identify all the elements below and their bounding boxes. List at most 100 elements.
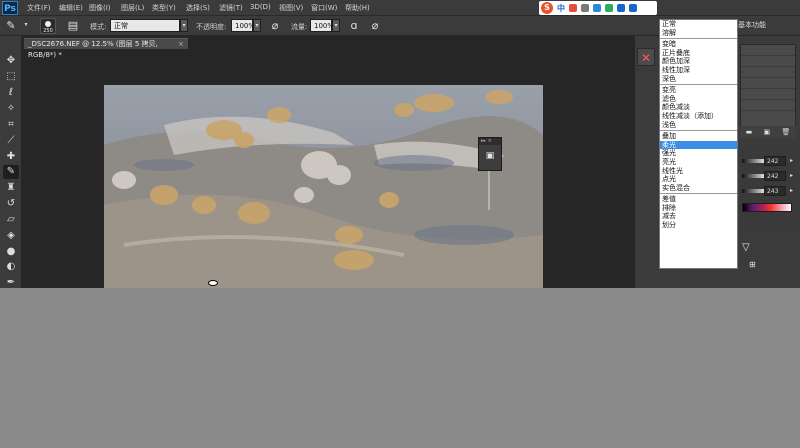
opacity-chevron-icon[interactable]: ▾ xyxy=(253,19,261,32)
blend-mode-item[interactable]: 叠加 xyxy=(660,132,737,141)
eraser-tool-icon[interactable]: ▱ xyxy=(3,213,19,227)
keyboard-icon[interactable] xyxy=(605,4,613,12)
ime-toolbar[interactable]: S 中 xyxy=(539,1,657,15)
menu-file[interactable]: 文件(F) xyxy=(27,3,51,13)
lasso-tool-icon[interactable]: ℓ xyxy=(3,86,19,100)
menu-layer[interactable]: 图层(L) xyxy=(121,3,144,13)
layer-row[interactable] xyxy=(741,67,795,78)
menu-3d[interactable]: 3D(D) xyxy=(250,3,271,11)
brush-panel-toggle-icon[interactable]: ▤ xyxy=(66,19,80,33)
layer-row[interactable] xyxy=(741,89,795,100)
red-slider[interactable] xyxy=(742,159,764,163)
blend-mode-item[interactable]: 正常 xyxy=(660,20,737,29)
close-tab-icon[interactable]: × xyxy=(178,39,184,50)
brush-size-picker[interactable]: 250 xyxy=(40,18,56,34)
menu-window[interactable]: 窗口(W) xyxy=(311,3,337,13)
blend-mode-item[interactable]: 强光 xyxy=(660,149,737,158)
blend-mode-item[interactable]: 实色混合 xyxy=(660,184,737,193)
layer-row[interactable] xyxy=(741,100,795,111)
blend-mode-item[interactable]: 变暗 xyxy=(660,40,737,49)
folder-icon[interactable]: ▬ xyxy=(746,128,753,136)
blend-mode-item[interactable]: 线性减淡（添加） xyxy=(660,112,737,121)
flow-chevron-icon[interactable]: ▾ xyxy=(332,19,340,32)
brush-tool-icon[interactable]: ✎ xyxy=(4,19,18,33)
history-brush-tool-icon[interactable]: ↺ xyxy=(3,197,19,211)
eyedropper-tool-icon[interactable]: ⟋ xyxy=(3,134,19,148)
pressure-opacity-icon[interactable]: ⌀ xyxy=(268,19,282,33)
dodge-tool-icon[interactable]: ◐ xyxy=(3,260,19,274)
menu-separator xyxy=(660,130,737,132)
tools-icon[interactable] xyxy=(629,4,637,12)
moon-icon[interactable] xyxy=(569,4,577,12)
blue-arrow-icon: ▸ xyxy=(790,187,794,194)
menu-type[interactable]: 类型(Y) xyxy=(152,3,176,13)
triangle-down-icon[interactable]: ▽ xyxy=(742,242,750,253)
color-panel: 242 ▸ 242 ▸ 243 ▸ xyxy=(740,146,796,226)
marquee-tool-icon[interactable]: ⬚ xyxy=(3,70,19,84)
blend-mode-item[interactable]: 线性加深 xyxy=(660,66,737,75)
menu-separator xyxy=(660,84,737,86)
magic-wand-tool-icon[interactable]: ✧ xyxy=(3,102,19,116)
blend-mode-item[interactable]: 线性光 xyxy=(660,167,737,176)
green-value[interactable]: 242 xyxy=(764,171,786,181)
blend-mode-item[interactable]: 点光 xyxy=(660,175,737,184)
blend-mode-dropdown[interactable]: 正常 溶解 变暗 正片叠底 颜色加深 线性加深 深色 变亮 滤色 颜色减淡 线性减淡（添加） 浅色 叠加… xyxy=(659,19,738,269)
menu-filter[interactable]: 滤镜(T) xyxy=(219,3,243,13)
document-tab[interactable]: _DSC2676.NEF @ 12.5% (图层 5 拷贝, RGB/8*) *… xyxy=(24,38,188,59)
trash-icon[interactable]: 🗑 xyxy=(781,128,790,136)
airbrush-icon[interactable]: ɑ xyxy=(347,19,361,33)
blend-mode-item[interactable]: 划分 xyxy=(660,221,737,230)
floating-mini-panel[interactable]: ▸▸ × ▣ xyxy=(478,137,502,171)
color-spectrum[interactable] xyxy=(742,203,792,212)
layer-row[interactable] xyxy=(741,56,795,67)
flow-label: 流量: xyxy=(291,23,308,31)
green-slider[interactable] xyxy=(742,174,764,178)
blend-mode-item[interactable]: 深色 xyxy=(660,75,737,84)
mode-select-chevron-icon[interactable]: ▾ xyxy=(180,19,188,32)
menu-image[interactable]: 图像(I) xyxy=(89,3,111,13)
menu-select[interactable]: 选择(S) xyxy=(186,3,210,13)
brush-cursor xyxy=(208,280,218,286)
blend-mode-item[interactable]: 变亮 xyxy=(660,86,737,95)
new-layer-icon[interactable]: ▣ xyxy=(764,128,771,136)
blend-mode-item[interactable]: 差值 xyxy=(660,195,737,204)
workspace-switcher[interactable]: 基本功能 xyxy=(738,19,798,31)
camera-icon[interactable]: ▣ xyxy=(479,145,501,161)
menu-edit[interactable]: 编辑(E) xyxy=(59,3,83,13)
layer-row[interactable] xyxy=(741,78,795,89)
blue-slider[interactable] xyxy=(742,189,764,193)
shirt-icon[interactable] xyxy=(617,4,625,12)
toolbox: ✥ ⬚ ℓ ✧ ⌗ ⟋ ✚ ✎ ♜ ↺ ▱ ◈ ● ◐ ✒ xyxy=(0,36,22,288)
blur-tool-icon[interactable]: ● xyxy=(3,245,19,259)
crop-tool-icon[interactable]: ⌗ xyxy=(3,118,19,132)
blend-mode-item[interactable]: 浅色 xyxy=(660,121,737,130)
grid-icon[interactable]: ⊞ xyxy=(749,260,756,269)
blend-mode-item[interactable]: 溶解 xyxy=(660,29,737,38)
tool-preset-chevron-icon[interactable]: ▾ xyxy=(22,19,30,32)
blue-value[interactable]: 243 xyxy=(764,186,786,196)
pen-tool-icon[interactable]: ✒ xyxy=(3,276,19,290)
menu-help[interactable]: 帮助(H) xyxy=(345,3,370,13)
mode-select[interactable]: 正常 xyxy=(110,19,180,32)
smiley-icon[interactable] xyxy=(593,4,601,12)
pressure-size-icon[interactable]: ⌀ xyxy=(368,19,382,33)
close-icon[interactable]: ✕ xyxy=(637,48,655,66)
healing-brush-tool-icon[interactable]: ✚ xyxy=(3,150,19,164)
paint-bucket-tool-icon[interactable]: ◈ xyxy=(3,229,19,243)
blend-mode-item[interactable]: 亮光 xyxy=(660,158,737,167)
red-value[interactable]: 242 xyxy=(764,156,786,166)
blend-mode-item[interactable]: 颜色减淡 xyxy=(660,103,737,112)
brush-tool-icon[interactable]: ✎ xyxy=(3,165,19,179)
layer-row[interactable] xyxy=(741,45,795,56)
blend-mode-item[interactable]: 颜色加深 xyxy=(660,57,737,66)
menu-view[interactable]: 视图(V) xyxy=(279,3,303,13)
ime-language-label[interactable]: 中 xyxy=(557,3,565,14)
flow-field[interactable]: 100% xyxy=(310,19,334,32)
punctuation-icon[interactable] xyxy=(581,4,589,12)
move-tool-icon[interactable]: ✥ xyxy=(3,54,19,68)
opacity-field[interactable]: 100% xyxy=(231,19,255,32)
clone-stamp-tool-icon[interactable]: ♜ xyxy=(3,181,19,195)
photo-canvas[interactable] xyxy=(104,85,543,288)
blend-mode-item[interactable]: 减去 xyxy=(660,212,737,221)
mini-panel-header[interactable]: ▸▸ × xyxy=(479,138,501,145)
